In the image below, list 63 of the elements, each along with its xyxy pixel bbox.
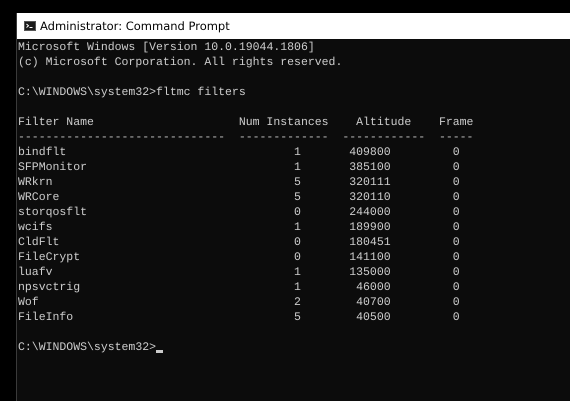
table-cell-text: 0: [452, 250, 461, 265]
table-cell-text: 141100: [349, 250, 392, 265]
column-header: Altitude: [355, 115, 412, 130]
table-cell-text: 5: [294, 175, 302, 190]
table-cell: WRkrn: [18, 175, 53, 190]
table-cell-text: 46000: [356, 280, 392, 295]
table-cell-text: 320110: [349, 190, 392, 205]
console-line: Microsoft Windows [Version 10.0.19044.1806]: [18, 40, 315, 55]
table-cell-text: 0: [452, 265, 461, 280]
table-cell-text: 135000: [349, 265, 392, 280]
table-cell-text: 0: [294, 205, 302, 220]
column-header: Num Instances: [238, 115, 329, 130]
table-cell-text: 320111: [349, 175, 392, 190]
table-cell-text: 0: [452, 280, 461, 295]
table-cell-text: 409800: [349, 145, 392, 160]
table-cell-text: 244000: [349, 205, 392, 220]
column-header: Filter Name: [18, 115, 94, 130]
table-cell-text: 189900: [349, 220, 392, 235]
table-cell-text: 1: [294, 160, 302, 175]
table-cell-text: 0: [452, 175, 461, 190]
table-cell: storqosflt: [18, 205, 88, 220]
header-rule: -----: [438, 130, 474, 145]
table-cell: luafv: [18, 265, 53, 280]
table-cell-text: 40700: [356, 295, 392, 310]
header-rule: ------------------------------: [18, 130, 226, 145]
table-cell-text: 0: [452, 145, 461, 160]
table-cell-text: 0: [294, 235, 302, 250]
table-cell: CldFlt: [18, 235, 60, 250]
table-cell: FileCrypt: [18, 250, 80, 265]
table-cell-text: 180451: [349, 235, 392, 250]
table-cell-text: 1: [294, 145, 302, 160]
table-cell-text: 1: [294, 280, 302, 295]
table-cell: FileInfo: [18, 310, 74, 325]
table-cell: bindflt: [18, 145, 66, 160]
table-cell-text: 0: [452, 220, 461, 235]
table-cell-text: 40500: [356, 310, 392, 325]
table-cell: SFPMonitor: [18, 160, 88, 175]
table-cell-text: 0: [452, 190, 461, 205]
table-cell-text: 0: [452, 295, 461, 310]
table-cell-text: 0: [294, 250, 302, 265]
table-cell-text: 5: [294, 310, 302, 325]
command-line: C:\WINDOWS\system32>fltmc filters: [18, 85, 246, 100]
table-cell-text: 0: [452, 160, 461, 175]
table-cell-text: 0: [452, 235, 461, 250]
table-cell-text: 1: [294, 265, 302, 280]
table-cell: Wof: [18, 295, 39, 310]
terminal-icon: [24, 21, 36, 31]
table-cell-text: 385100: [349, 160, 392, 175]
table-cell-text: 1: [294, 220, 302, 235]
console-line: (c) Microsoft Corporation. All rights reserved.: [18, 55, 342, 70]
window-title: Administrator: Command Prompt: [40, 19, 230, 33]
table-cell: wcifs: [18, 220, 53, 235]
table-cell: WRCore: [18, 190, 60, 205]
prompt: C:\WINDOWS\system32>: [18, 340, 156, 355]
table-cell-text: 0: [452, 310, 461, 325]
table-cell-text: 5: [294, 190, 302, 205]
table-cell: npsvctrig: [18, 280, 80, 295]
column-header: Frame: [438, 115, 474, 130]
text-cursor: [156, 350, 164, 353]
table-cell-text: 0: [452, 205, 461, 220]
table-cell-text: 2: [294, 295, 302, 310]
header-rule: -------------: [238, 130, 329, 145]
header-rule: ------------: [342, 130, 426, 145]
